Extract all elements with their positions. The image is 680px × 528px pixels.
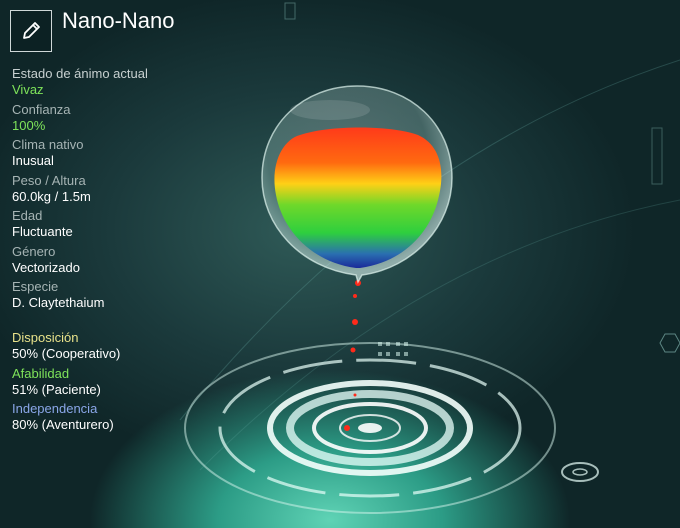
trait-disposition: Disposición 50% (Cooperativo) bbox=[12, 330, 252, 366]
trait-affability: Afabilidad 51% (Paciente) bbox=[12, 366, 252, 402]
trait-independence: Independencia 80% (Aventurero) bbox=[12, 401, 252, 437]
stat-label: Estado de ánimo actual bbox=[12, 66, 148, 81]
stat-label: Especie bbox=[12, 279, 59, 294]
stat-climate: Clima nativo Inusual bbox=[12, 137, 252, 173]
stat-weight-height: Peso / Altura 60.0kg / 1.5m bbox=[12, 173, 252, 209]
stat-label: Edad bbox=[12, 208, 43, 223]
stat-label: Clima nativo bbox=[12, 137, 84, 152]
stats-list: Estado de ánimo actual Vivaz Confianza 1… bbox=[12, 66, 252, 315]
edit-button[interactable] bbox=[10, 10, 52, 52]
stat-value: D. Claytethaium bbox=[12, 295, 105, 310]
trait-label: Afabilidad bbox=[12, 365, 70, 381]
trait-label: Independencia bbox=[12, 401, 98, 416]
stat-label: Confianza bbox=[12, 101, 71, 117]
pencil-icon bbox=[23, 22, 40, 39]
stat-value: 60.0kg / 1.5m bbox=[12, 188, 91, 204]
trait-value: 80% (Aventurero) bbox=[12, 417, 114, 432]
stat-mood: Estado de ánimo actual Vivaz bbox=[12, 66, 252, 102]
stat-label: Peso / Altura bbox=[12, 172, 86, 188]
stat-value: Fluctuante bbox=[12, 224, 73, 239]
stat-label: Género bbox=[12, 243, 56, 259]
creature-name: Nano-Nano bbox=[62, 8, 175, 33]
stat-confidence: Confianza 100% bbox=[12, 102, 252, 138]
stat-value: Inusual bbox=[12, 153, 54, 168]
stat-gender: Género Vectorizado bbox=[12, 244, 252, 280]
traits-list: Disposición 50% (Cooperativo) Afabilidad… bbox=[12, 330, 252, 437]
stat-value: 100% bbox=[12, 117, 46, 133]
creature-blob bbox=[261, 85, 453, 284]
trait-label: Disposición bbox=[12, 330, 79, 345]
stat-value: Vivaz bbox=[12, 82, 44, 97]
stat-value: Vectorizado bbox=[12, 259, 80, 275]
drips bbox=[344, 280, 361, 431]
trait-value: 50% (Cooperativo) bbox=[12, 346, 121, 361]
trait-value: 51% (Paciente) bbox=[12, 381, 101, 397]
stat-species: Especie D. Claytethaium bbox=[12, 279, 252, 315]
stat-age: Edad Fluctuante bbox=[12, 208, 252, 244]
